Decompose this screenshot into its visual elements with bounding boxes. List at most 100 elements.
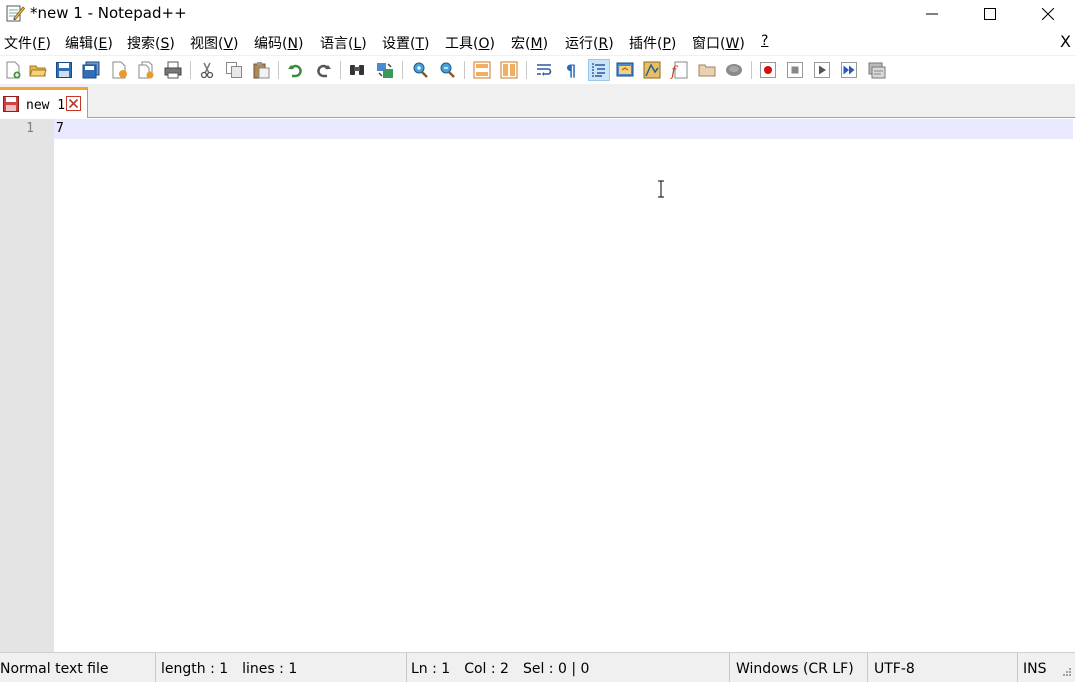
copy-button[interactable] [223,59,245,81]
tab-label: new 1 [26,98,66,113]
language-button[interactable] [614,59,636,81]
save-button[interactable] [53,59,75,81]
function-list-button[interactable]: f [668,59,690,81]
document-map-button[interactable] [641,59,663,81]
status-lines: lines : 1 [242,661,298,677]
word-wrap-icon [537,64,552,76]
menu-encoding[interactable]: 编码(N) [254,33,303,53]
new-file-button[interactable] [2,59,24,81]
play-macro-button[interactable] [811,59,833,81]
sync-vertical-button[interactable] [471,59,493,81]
cut-button[interactable] [196,59,218,81]
maximize-button[interactable] [961,0,1019,28]
show-all-chars-button[interactable]: ¶ [560,59,582,81]
current-line-highlight [54,119,1073,139]
open-file-button[interactable] [27,59,49,81]
close-window-button[interactable] [1019,0,1075,28]
code-line[interactable]: 7 [56,121,64,136]
line-number-gutter: 1 [0,119,54,652]
window-title: *new 1 - Notepad++ [30,4,187,22]
menu-plugins[interactable]: 插件(P) [629,33,676,53]
play-macro-icon [814,62,830,78]
find-button[interactable] [346,59,368,81]
unsaved-file-icon [3,96,19,112]
paste-button[interactable] [250,59,272,81]
close-all-icon [138,61,154,79]
redo-icon [317,64,331,78]
minimize-icon [926,13,938,15]
status-length-lines: length : 1 lines : 1 [157,653,407,682]
tab-close-button[interactable] [66,96,81,111]
language-icon [616,62,634,77]
resize-grip-icon[interactable] [1058,665,1072,679]
menu-tools[interactable]: 工具(O) [445,33,495,53]
function-list-icon: f [670,61,688,79]
tab-bar: new 1 [0,84,1075,118]
undo-icon [288,64,302,78]
menu-run[interactable]: 运行(R) [565,33,614,53]
menu-settings[interactable]: 设置(T) [382,33,430,53]
status-file-type: Normal text file [0,653,156,682]
save-icon [56,62,72,78]
save-all-button[interactable] [80,59,102,81]
status-sel: Sel : 0 | 0 [522,661,590,677]
menu-macro[interactable]: 宏(M) [511,33,548,53]
zoom-out-icon [440,62,455,78]
toolbar-separator [190,61,191,79]
menu-search[interactable]: 搜索(S) [127,33,175,53]
sync-horizontal-button[interactable] [498,59,520,81]
monitoring-button[interactable] [723,59,745,81]
svg-text:¶: ¶ [566,61,576,79]
record-macro-button[interactable] [757,59,779,81]
close-file-button[interactable] [108,59,130,81]
minimize-button[interactable] [903,0,961,28]
run-macro-multiple-button[interactable] [838,59,860,81]
status-insert-mode: INS [1023,661,1047,677]
zoom-out-button[interactable] [436,59,458,81]
indent-guide-button[interactable] [588,59,610,81]
toolbar-separator [751,61,752,79]
menu-file[interactable]: 文件(F) [4,33,51,53]
replace-icon [377,63,393,78]
record-macro-icon [760,62,776,78]
menu-help[interactable]: ? [761,33,768,49]
close-icon [1042,8,1054,20]
cut-icon [200,62,214,79]
zoom-in-button[interactable] [409,59,431,81]
close-icon [112,61,127,79]
show-all-chars-icon: ¶ [566,61,576,79]
run-macro-multiple-icon [841,62,857,78]
print-button[interactable] [162,59,184,81]
menu-language[interactable]: 语言(L) [320,33,367,53]
menu-bar: 文件(F) 编辑(E) 搜索(S) 视图(V) 编码(N) 语言(L) 设置(T… [0,31,1075,53]
menu-view[interactable]: 视图(V) [190,33,239,53]
text-cursor-icon [658,180,664,198]
open-file-icon [29,65,47,77]
toolbar-separator [526,61,527,79]
title-bar: *new 1 - Notepad++ [0,0,1075,28]
status-length: length : 1 [161,661,229,677]
close-all-button[interactable] [135,59,157,81]
undo-button[interactable] [285,59,307,81]
find-icon [350,65,364,75]
document-map-icon [643,61,661,79]
status-eol: Windows (CR LF) [731,653,868,682]
folder-workspace-button[interactable] [696,59,718,81]
save-macro-button[interactable] [866,59,888,81]
menu-window[interactable]: 窗口(W) [692,33,745,53]
word-wrap-button[interactable] [533,59,555,81]
close-document-button[interactable]: X [1060,32,1071,51]
status-bar: Normal text file length : 1 lines : 1 Ln … [0,652,1075,682]
tab-new-1[interactable]: new 1 [0,87,88,118]
sync-vertical-icon [473,61,491,79]
new-file-icon [6,61,21,79]
monitoring-icon [726,64,742,76]
stop-macro-button[interactable] [784,59,806,81]
toolbar-separator [278,61,279,79]
notepad-icon [5,3,26,23]
redo-button[interactable] [312,59,334,81]
toolbar-separator [402,61,403,79]
replace-button[interactable] [374,59,396,81]
menu-edit[interactable]: 编辑(E) [65,33,113,53]
editor-area[interactable]: 1 7 [0,119,1075,652]
